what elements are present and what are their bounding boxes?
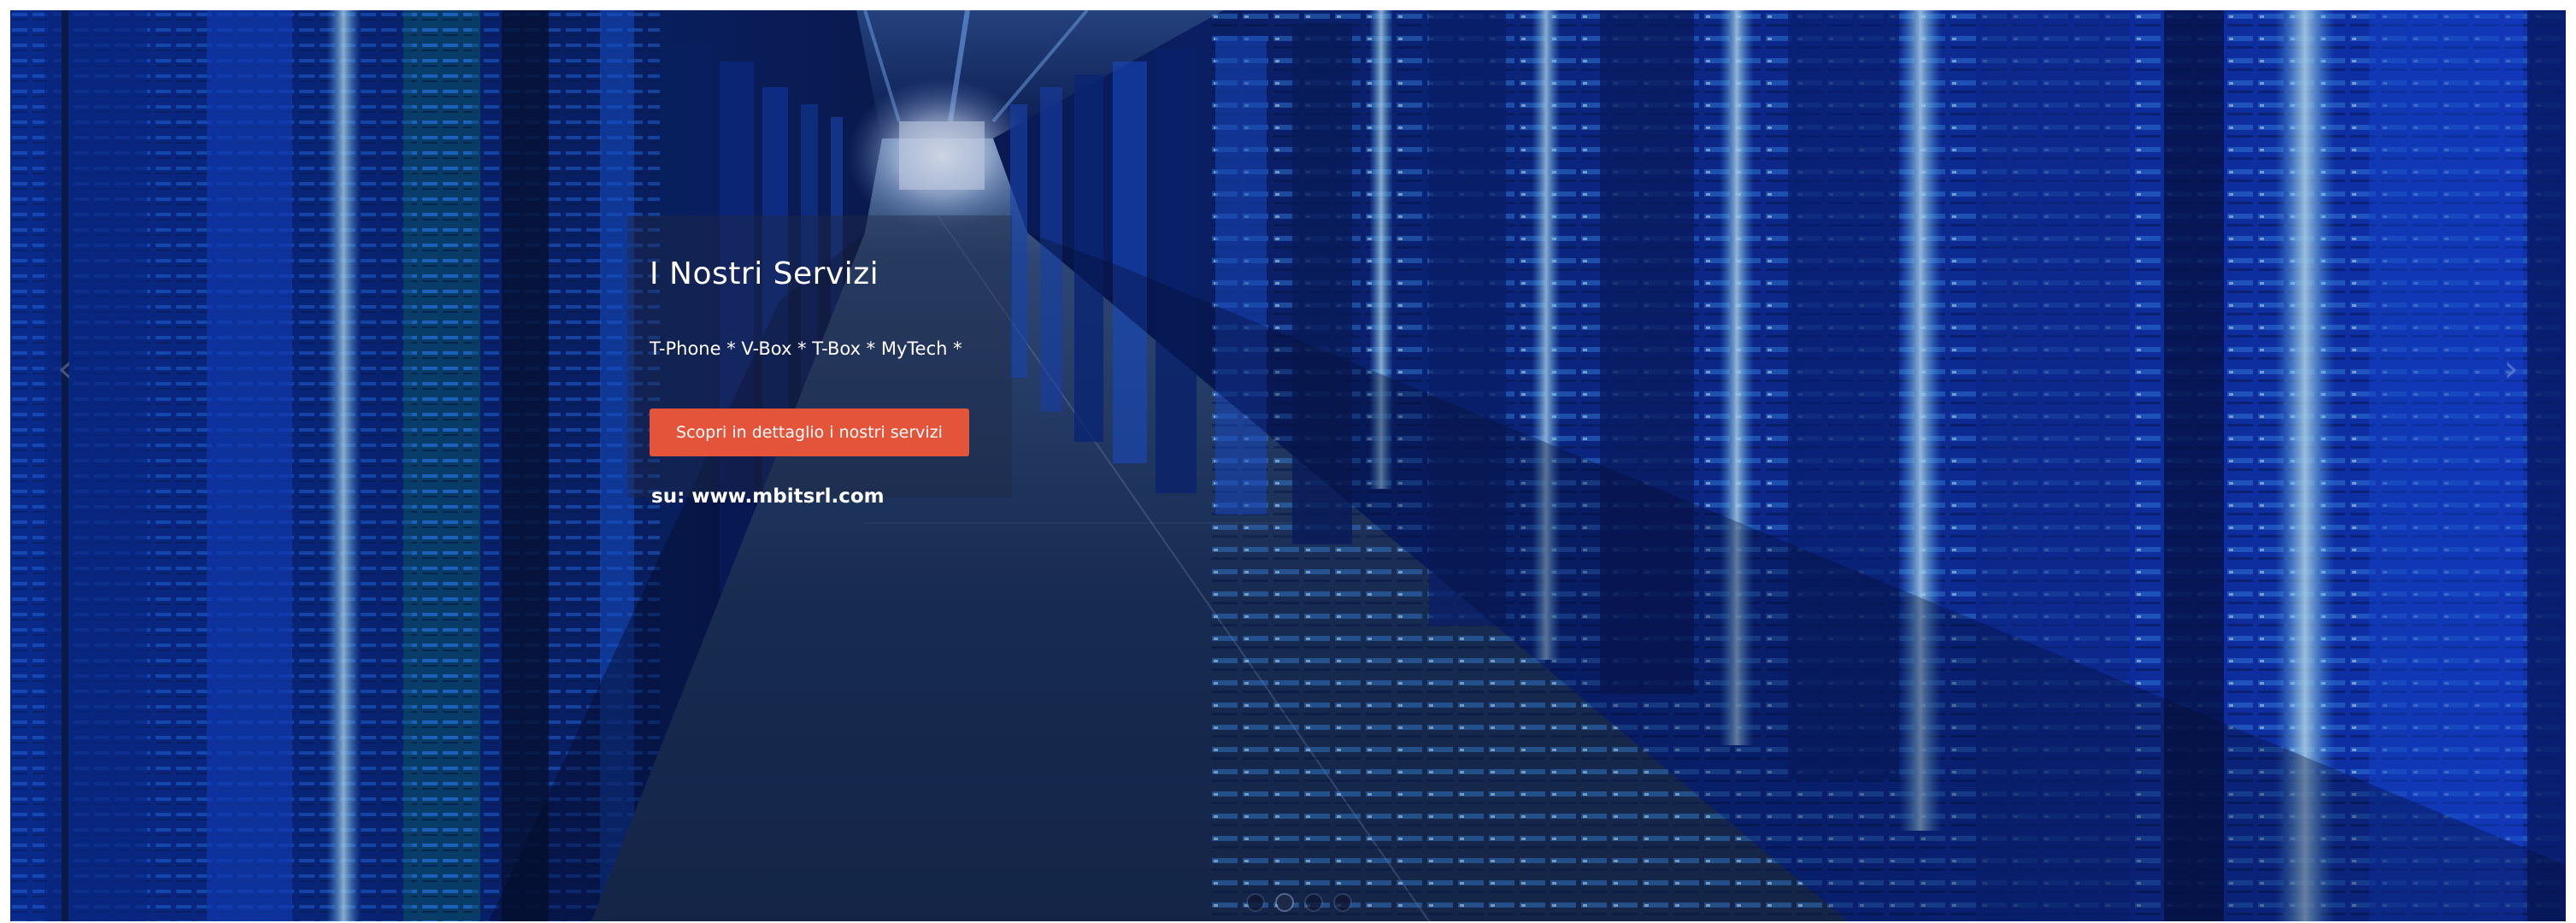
caption-subtitle: T-Phone * V-Box * T-Box * MyTech * [650, 338, 962, 359]
caption-title: I Nostri Servizi [650, 256, 879, 291]
slide-dot-2[interactable] [1277, 895, 1292, 910]
prev-slide-arrow[interactable]: ‹ [48, 344, 82, 395]
slider-pagination [1248, 895, 1350, 910]
datacenter-corridor-photo [10, 10, 2566, 921]
slide-dot-1[interactable] [1248, 895, 1263, 910]
hero-slider: ‹ › I Nostri Servizi T-Phone * V-Box * T… [10, 10, 2566, 921]
page: ‹ › I Nostri Servizi T-Phone * V-Box * T… [0, 0, 2576, 923]
slide-dot-3[interactable] [1306, 895, 1321, 910]
discover-services-button[interactable]: Scopri in dettaglio i nostri servizi [650, 409, 969, 456]
site-url-note: su: www.mbitsrl.com [651, 485, 885, 508]
next-slide-arrow[interactable]: › [2494, 344, 2528, 395]
slide-dot-4[interactable] [1335, 895, 1350, 910]
